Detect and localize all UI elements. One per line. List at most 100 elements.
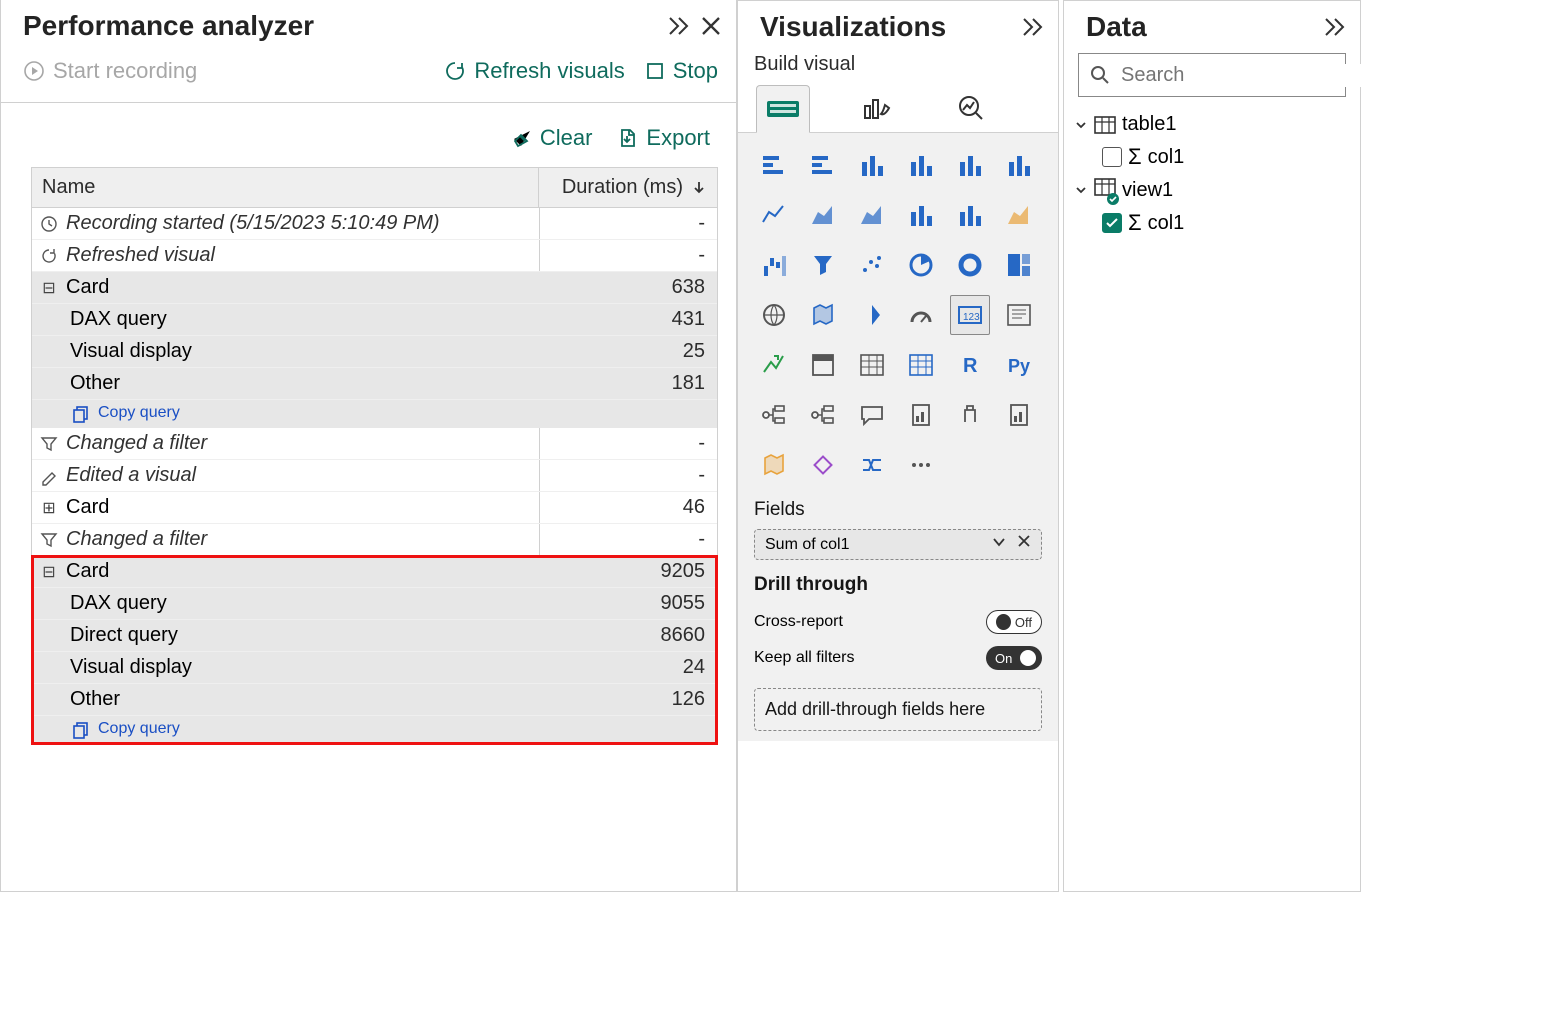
clear-button[interactable]: Clear bbox=[510, 125, 593, 151]
perf-header: Performance analyzer bbox=[1, 0, 736, 48]
tab-build-visual[interactable] bbox=[756, 85, 810, 133]
viz-type-python-visual[interactable]: Py bbox=[999, 345, 1039, 385]
viz-type-funnel[interactable] bbox=[803, 245, 843, 285]
search-input[interactable] bbox=[1121, 64, 1386, 87]
tab-analytics[interactable] bbox=[944, 84, 998, 132]
row-visual-3: Visual display24 bbox=[32, 652, 717, 684]
row-card-2[interactable]: ⊞Card 46 bbox=[32, 492, 717, 524]
export-label: Export bbox=[646, 125, 710, 151]
viz-type-kpi[interactable] bbox=[754, 345, 794, 385]
viz-type-matrix[interactable] bbox=[901, 345, 941, 385]
row-card-3[interactable]: ⊟Card 9205 bbox=[32, 556, 717, 588]
row-other-3: Other126 bbox=[32, 684, 717, 716]
viz-type-paginated[interactable] bbox=[999, 395, 1039, 435]
perf-table-header: Name Duration (ms) bbox=[32, 168, 717, 208]
chevron-down-icon bbox=[1074, 118, 1088, 132]
viz-type-decomposition-tree[interactable] bbox=[803, 395, 843, 435]
viz-type-treemap[interactable] bbox=[999, 245, 1039, 285]
viz-type-power-automate[interactable] bbox=[852, 445, 892, 485]
viz-type-arcgis[interactable] bbox=[754, 445, 794, 485]
viz-type-card[interactable]: 123 bbox=[950, 295, 990, 335]
drill-through-dropzone[interactable]: Add drill-through fields here bbox=[754, 688, 1042, 731]
viz-type-pie[interactable] bbox=[901, 245, 941, 285]
export-button[interactable]: Export bbox=[616, 125, 710, 151]
viz-type-ribbon[interactable] bbox=[999, 195, 1039, 235]
pencil-icon bbox=[40, 467, 58, 485]
viz-type-clustered-column[interactable] bbox=[901, 145, 941, 185]
highlighted-card-group: ⊟Card 9205 DAX query9055 Direct query866… bbox=[32, 556, 717, 744]
viz-type-line[interactable] bbox=[754, 195, 794, 235]
viz-type-slicer[interactable] bbox=[803, 345, 843, 385]
viz-type-filled-map[interactable] bbox=[803, 295, 843, 335]
viz-type-100-stacked-bar[interactable] bbox=[950, 145, 990, 185]
collapse-icon[interactable]: ⊟ bbox=[40, 563, 58, 581]
copy-query-1[interactable]: Copy query bbox=[32, 400, 717, 428]
viz-type-key-influencers[interactable] bbox=[754, 395, 794, 435]
perf-expand-icon[interactable] bbox=[666, 14, 690, 38]
remove-field-icon[interactable] bbox=[1017, 534, 1031, 555]
viz-type-stacked-bar[interactable] bbox=[754, 145, 794, 185]
viz-type-line-stacked-column[interactable] bbox=[950, 195, 990, 235]
viz-type-stacked-column[interactable] bbox=[852, 145, 892, 185]
viz-type-table[interactable] bbox=[852, 345, 892, 385]
refresh-visuals-button[interactable]: Refresh visuals bbox=[444, 58, 624, 84]
start-recording-button[interactable]: Start recording bbox=[23, 58, 197, 84]
refresh-icon bbox=[40, 247, 58, 265]
tab-format-visual[interactable] bbox=[850, 84, 904, 132]
viz-type-stacked-area[interactable] bbox=[852, 195, 892, 235]
data-expand-icon[interactable] bbox=[1322, 15, 1346, 39]
viz-title: Visualizations bbox=[760, 11, 946, 43]
copy-query-3[interactable]: Copy query bbox=[32, 716, 717, 744]
keep-filters-label: Keep all filters bbox=[754, 649, 855, 667]
viz-type-scatter[interactable] bbox=[852, 245, 892, 285]
viz-type-qna[interactable] bbox=[852, 395, 892, 435]
row-dax-3: DAX query9055 bbox=[32, 588, 717, 620]
col-duration[interactable]: Duration (ms) bbox=[539, 168, 717, 207]
row-recording-started: Recording started (5/15/2023 5:10:49 PM)… bbox=[32, 208, 717, 240]
viz-type-map[interactable] bbox=[754, 295, 794, 335]
search-box[interactable] bbox=[1078, 53, 1346, 97]
row-changed-filter-1: Changed a filter - bbox=[32, 428, 717, 460]
perf-close-icon[interactable] bbox=[700, 15, 722, 37]
cross-report-toggle[interactable]: Off bbox=[986, 610, 1042, 634]
svg-text:Py: Py bbox=[1008, 356, 1030, 376]
data-title: Data bbox=[1086, 11, 1147, 43]
viz-type-area[interactable] bbox=[803, 195, 843, 235]
svg-text:R: R bbox=[963, 355, 978, 377]
clock-icon bbox=[40, 215, 58, 233]
chevron-down-icon bbox=[1074, 183, 1088, 197]
viz-type-donut[interactable] bbox=[950, 245, 990, 285]
fields-label: Fields bbox=[754, 485, 1042, 529]
viz-type-narrative[interactable] bbox=[901, 395, 941, 435]
tree-table1[interactable]: table1 bbox=[1074, 109, 1350, 140]
viz-type-r-visual[interactable]: R bbox=[950, 345, 990, 385]
viz-type-powerapps[interactable] bbox=[803, 445, 843, 485]
viz-type-azure-map[interactable] bbox=[852, 295, 892, 335]
performance-analyzer-panel: Performance analyzer Start recording Ref… bbox=[0, 0, 737, 892]
viz-type-goals[interactable] bbox=[950, 395, 990, 435]
keep-filters-toggle[interactable]: On bbox=[986, 646, 1042, 670]
checkbox-checked[interactable] bbox=[1102, 213, 1122, 233]
expand-icon[interactable]: ⊞ bbox=[40, 499, 58, 517]
tree-table1-col1[interactable]: Σ col1 bbox=[1074, 140, 1350, 174]
tree-view1-col1[interactable]: Σ col1 bbox=[1074, 206, 1350, 240]
row-card-1[interactable]: ⊟Card 638 bbox=[32, 272, 717, 304]
viz-expand-icon[interactable] bbox=[1020, 15, 1044, 39]
viz-type-more[interactable] bbox=[901, 445, 941, 485]
collapse-icon[interactable]: ⊟ bbox=[40, 279, 58, 297]
tree-view1[interactable]: view1 bbox=[1074, 174, 1350, 206]
field-well-item[interactable]: Sum of col1 bbox=[754, 529, 1042, 560]
viz-type-multi-row-card[interactable] bbox=[999, 295, 1039, 335]
viz-type-line-clustered-column[interactable] bbox=[901, 195, 941, 235]
viz-type-waterfall[interactable] bbox=[754, 245, 794, 285]
chevron-down-icon[interactable] bbox=[991, 534, 1007, 555]
checkbox-unchecked[interactable] bbox=[1102, 147, 1122, 167]
stop-button[interactable]: Stop bbox=[645, 58, 718, 84]
viz-header: Visualizations bbox=[738, 1, 1058, 49]
visualizations-panel: Visualizations Build visual 123RPy Field… bbox=[737, 0, 1059, 892]
col-name[interactable]: Name bbox=[32, 168, 539, 207]
row-changed-filter-2: Changed a filter - bbox=[32, 524, 717, 556]
viz-type-gauge[interactable] bbox=[901, 295, 941, 335]
viz-type-clustered-bar[interactable] bbox=[803, 145, 843, 185]
viz-type-100-stacked-column[interactable] bbox=[999, 145, 1039, 185]
